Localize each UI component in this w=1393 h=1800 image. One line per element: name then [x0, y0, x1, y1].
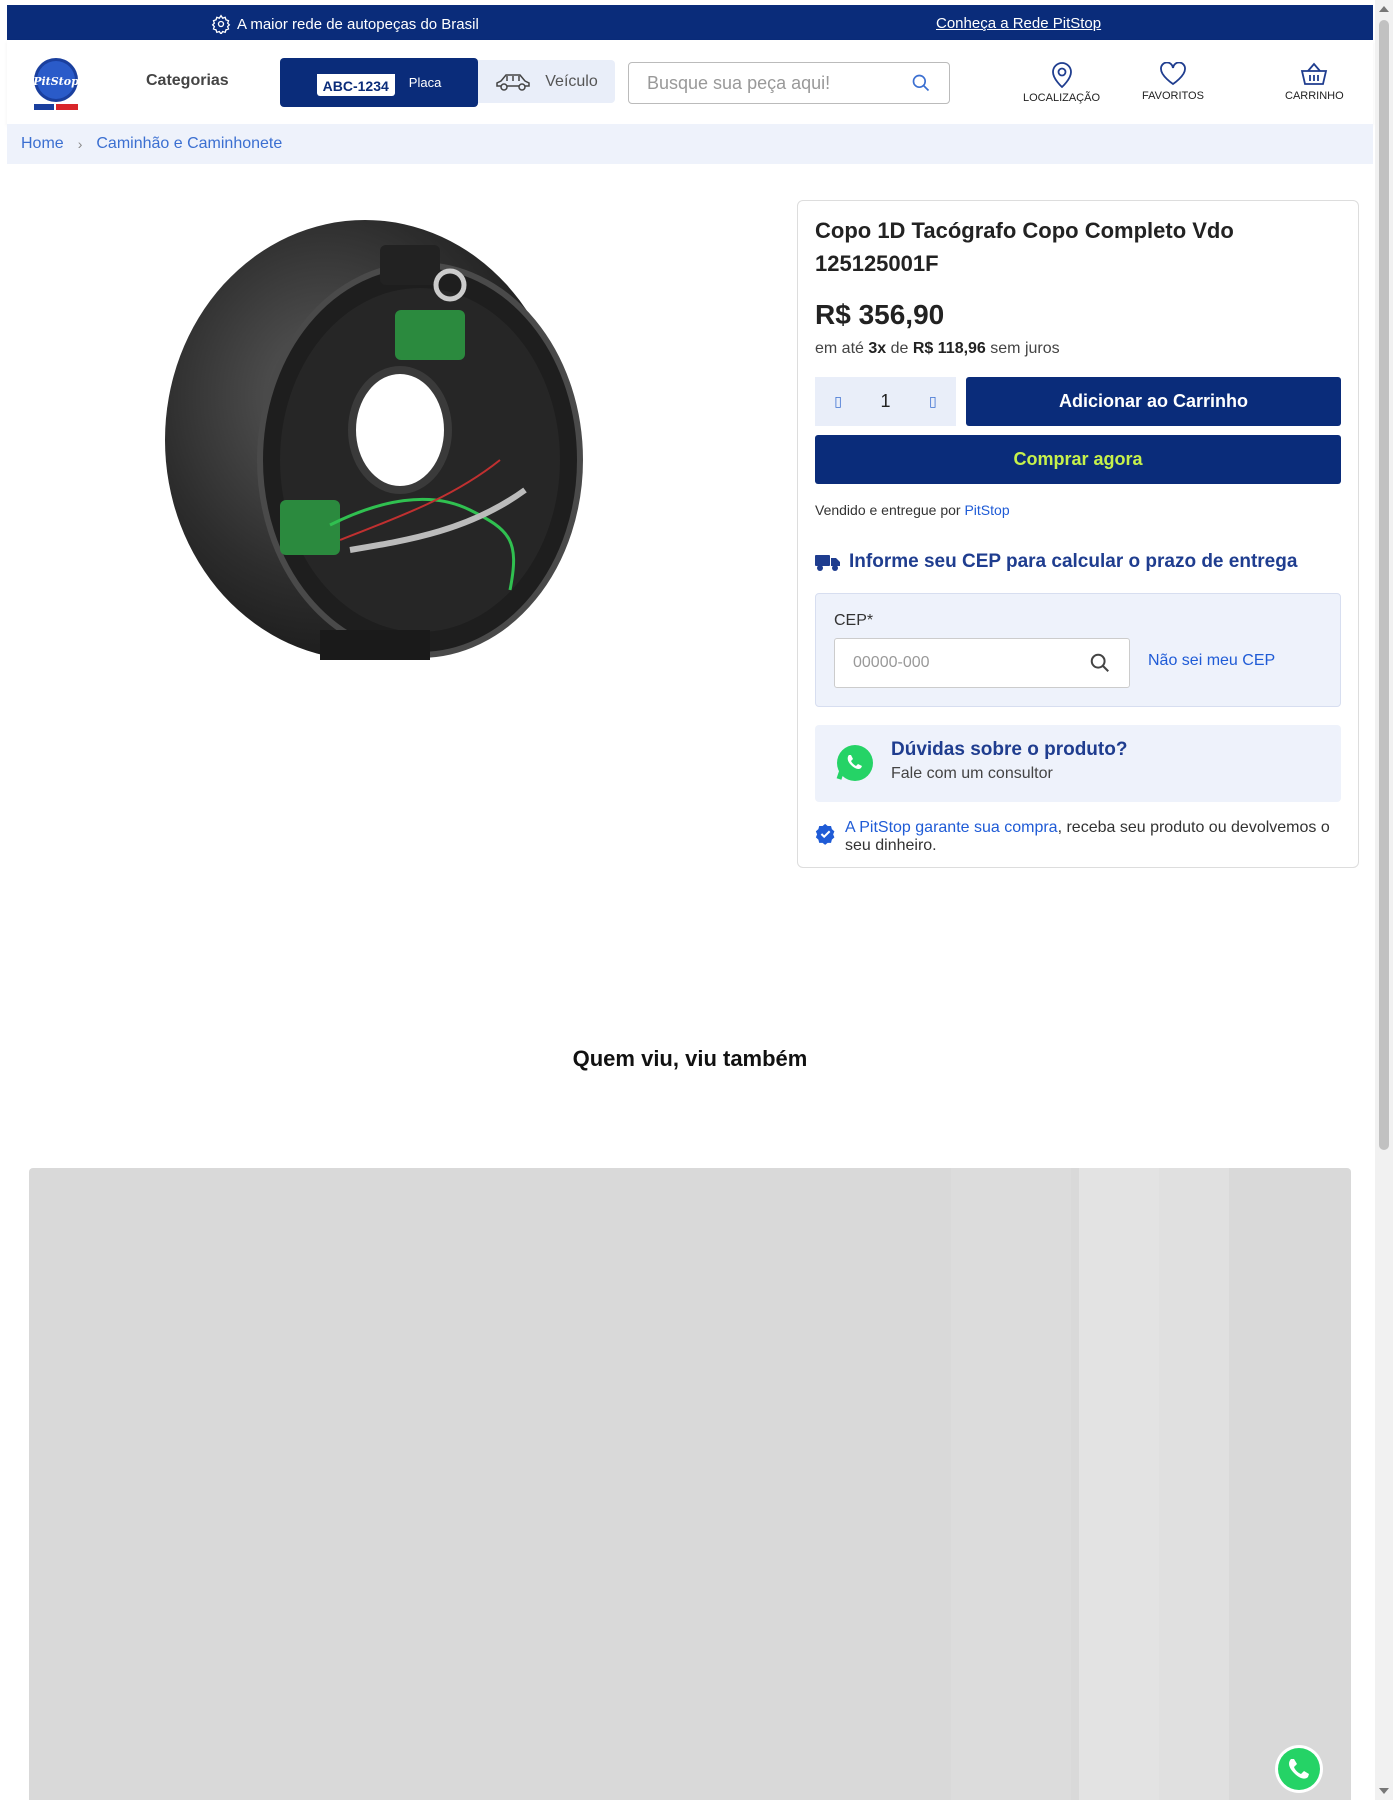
breadcrumb-separator: ›	[77, 136, 83, 152]
search-input[interactable]	[647, 72, 911, 94]
location-pin-icon	[1051, 62, 1072, 88]
cep-form: CEP* Não sei meu CEP	[815, 593, 1341, 707]
basket-icon	[1301, 62, 1328, 85]
search-icon[interactable]	[911, 73, 931, 93]
seller-link[interactable]: PitStop	[964, 502, 1009, 518]
search-box	[628, 62, 950, 104]
cep-input[interactable]	[853, 654, 1089, 672]
cart-label: CARRINHO	[1285, 90, 1344, 102]
product-price: R$ 356,90	[815, 299, 945, 330]
location-button[interactable]: LOCALIZAÇÃO	[1023, 62, 1100, 104]
page-scrollbar[interactable]	[1375, 0, 1393, 1800]
product-image[interactable]	[150, 210, 600, 680]
help-title: Dúvidas sobre o produto?	[891, 739, 1128, 760]
scroll-thumb[interactable]	[1379, 20, 1389, 1150]
car-icon	[496, 73, 530, 91]
pitstop-logo[interactable]: PitStop	[32, 56, 80, 112]
plate-search-button[interactable]: ABC-1234 Placa	[280, 58, 478, 107]
shipping-title: Informe seu CEP para calcular o prazo de…	[815, 551, 1297, 573]
whatsapp-icon	[1275, 1745, 1323, 1793]
guarantee-highlight[interactable]: A PitStop garante sua compra	[845, 819, 1058, 836]
product-title: Copo 1D Tacógrafo Copo Completo Vdo 1251…	[815, 218, 1234, 276]
cep-input-wrapper	[834, 638, 1130, 688]
buy-now-button[interactable]: Comprar agora	[815, 435, 1341, 484]
breadcrumb-home[interactable]: Home	[21, 135, 64, 153]
location-label: LOCALIZAÇÃO	[1023, 92, 1101, 104]
product-info-panel: Copo 1D Tacógrafo Copo Completo Vdo 1251…	[797, 200, 1359, 868]
increase-quantity-button[interactable]: ▯	[929, 393, 937, 410]
svg-text:PitStop: PitStop	[32, 75, 79, 88]
verified-badge-icon	[815, 823, 835, 845]
plate-label: Placa	[408, 75, 442, 90]
gear-icon	[211, 14, 231, 34]
top-announcement-bar: A maior rede de autopeças do Brasil Conh…	[7, 5, 1373, 40]
truck-icon	[815, 555, 840, 571]
categories-menu[interactable]: Categorias	[146, 72, 229, 90]
quantity-value[interactable]: 1	[880, 391, 890, 412]
cart-button[interactable]: CARRINHO	[1285, 62, 1344, 102]
heart-icon	[1160, 62, 1186, 86]
decrease-quantity-button[interactable]: ▯	[834, 393, 842, 410]
help-contact-card[interactable]: Dúvidas sobre o produto? Fale com um con…	[815, 725, 1341, 802]
favorites-button[interactable]: FAVORITOS	[1142, 62, 1204, 102]
breadcrumb-category[interactable]: Caminhão e Caminhonete	[96, 135, 282, 153]
related-section-title: Quem viu, viu também	[572, 1046, 808, 1071]
installments-info: em até 3x de R$ 118,96 sem juros	[815, 340, 1060, 357]
favorites-label: FAVORITOS	[1142, 90, 1204, 102]
seller-info: Vendido e entregue por PitStop	[815, 502, 1010, 518]
plate-example: ABC-1234	[316, 69, 395, 96]
dont-know-cep-link[interactable]: Não sei meu CEP	[1148, 652, 1275, 670]
related-products-placeholder	[29, 1168, 1351, 1800]
scroll-up-arrow[interactable]	[1379, 6, 1389, 12]
whatsapp-icon	[836, 745, 873, 781]
tagline: A maior rede de autopeças do Brasil	[211, 14, 479, 34]
help-subtitle: Fale com um consultor	[891, 765, 1053, 782]
tagline-text: A maior rede de autopeças do Brasil	[237, 15, 479, 33]
network-link[interactable]: Conheça a Rede PitStop	[936, 15, 1101, 32]
vehicle-search-button[interactable]: Veículo	[478, 60, 615, 103]
whatsapp-float-button[interactable]	[1273, 1743, 1325, 1800]
scroll-down-arrow[interactable]	[1379, 1788, 1389, 1794]
vehicle-label: Veículo	[545, 72, 598, 90]
breadcrumb: Home › Caminhão e Caminhonete	[7, 124, 1373, 164]
guarantee-note: A PitStop garante sua compra, receba seu…	[815, 819, 1335, 855]
quantity-stepper: ▯ 1 ▯	[815, 377, 956, 426]
cep-label: CEP*	[834, 612, 874, 629]
search-icon[interactable]	[1089, 652, 1111, 674]
add-to-cart-button[interactable]: Adicionar ao Carrinho	[966, 377, 1341, 426]
site-header: PitStop Categorias ABC-1234 Placa Veícul…	[7, 40, 1373, 124]
